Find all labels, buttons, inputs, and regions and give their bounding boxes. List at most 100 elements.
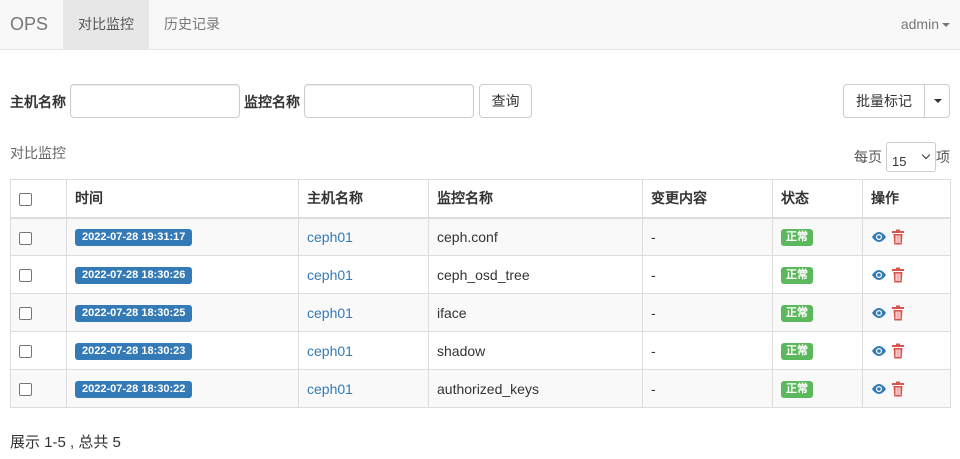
monitor-name-input[interactable] xyxy=(304,84,474,118)
status-cell: 正常 xyxy=(772,255,863,294)
eye-icon[interactable] xyxy=(871,269,887,281)
batch-mark-button[interactable]: 批量标记 xyxy=(843,84,925,118)
table-row: 2022-07-28 18:30:22 ceph01 authorized_ke… xyxy=(10,369,951,408)
monitor-cell: iface xyxy=(428,293,643,332)
row-checkbox[interactable] xyxy=(19,231,32,245)
table-row: 2022-07-28 18:30:23 ceph01 shadow - 正常 xyxy=(10,331,951,370)
time-badge: 2022-07-28 18:30:25 xyxy=(75,305,193,322)
host-link[interactable]: ceph01 xyxy=(307,267,353,283)
chevron-down-icon xyxy=(921,150,931,160)
change-cell: - xyxy=(642,369,773,408)
tab-compare-monitor[interactable]: 对比监控 xyxy=(63,0,149,49)
chevron-down-icon xyxy=(942,23,950,28)
query-button[interactable]: 查询 xyxy=(479,84,532,118)
batch-mark-dropdown-toggle[interactable] xyxy=(924,84,950,118)
table-row: 2022-07-28 19:31:17 ceph01 ceph.conf - 正… xyxy=(10,217,951,256)
row-select-cell xyxy=(10,217,67,256)
host-link[interactable]: ceph01 xyxy=(307,305,353,321)
host-cell: ceph01 xyxy=(298,293,429,332)
table-header-row: 时间 主机名称 监控名称 变更内容 状态 操作 xyxy=(10,179,951,219)
host-name-label: 主机名称 xyxy=(10,94,66,110)
host-link[interactable]: ceph01 xyxy=(307,343,353,359)
monitor-table: 时间 主机名称 监控名称 变更内容 状态 操作 2022-07-28 19:31… xyxy=(10,179,951,408)
page-size-prefix: 每页 xyxy=(854,149,882,165)
row-select-cell xyxy=(10,369,67,408)
column-header-time[interactable]: 时间 xyxy=(66,179,299,219)
trash-icon[interactable] xyxy=(891,305,905,321)
status-cell: 正常 xyxy=(772,331,863,370)
row-checkbox[interactable] xyxy=(19,307,32,321)
change-cell: - xyxy=(642,255,773,294)
eye-icon[interactable] xyxy=(871,345,887,357)
time-cell: 2022-07-28 19:31:17 xyxy=(66,217,299,256)
table-row: 2022-07-28 18:30:25 ceph01 iface - 正常 xyxy=(10,293,951,332)
host-link[interactable]: ceph01 xyxy=(307,381,353,397)
actions-cell xyxy=(862,369,951,408)
row-select-cell xyxy=(10,331,67,370)
change-cell: - xyxy=(642,293,773,332)
user-name: admin xyxy=(900,16,939,32)
page-size-control: 每页 15 项 xyxy=(854,142,950,172)
row-checkbox[interactable] xyxy=(19,383,32,397)
page-size-value: 15 xyxy=(892,154,907,169)
tab-history[interactable]: 历史记录 xyxy=(149,0,235,49)
column-header-change[interactable]: 变更内容 xyxy=(642,179,773,219)
host-cell: ceph01 xyxy=(298,369,429,408)
column-header-status[interactable]: 状态 xyxy=(772,179,863,219)
eye-icon[interactable] xyxy=(871,383,887,395)
monitor-name-label: 监控名称 xyxy=(244,94,300,110)
host-cell: ceph01 xyxy=(298,217,429,256)
time-badge: 2022-07-28 19:31:17 xyxy=(75,229,193,247)
host-link[interactable]: ceph01 xyxy=(307,229,353,245)
row-select-cell xyxy=(10,255,67,294)
status-badge: 正常 xyxy=(781,267,813,284)
row-checkbox[interactable] xyxy=(19,269,32,283)
trash-icon[interactable] xyxy=(891,381,905,397)
row-checkbox[interactable] xyxy=(19,345,32,359)
top-navbar: OPS 对比监控 历史记录 admin xyxy=(0,0,960,50)
time-cell: 2022-07-28 18:30:26 xyxy=(66,255,299,294)
page-size-select[interactable]: 15 xyxy=(886,142,936,172)
table-row: 2022-07-28 18:30:26 ceph01 ceph_osd_tree… xyxy=(10,255,951,294)
time-cell: 2022-07-28 18:30:22 xyxy=(66,369,299,408)
actions-cell xyxy=(862,293,951,332)
brand-logo[interactable]: OPS xyxy=(10,0,48,49)
time-cell: 2022-07-28 18:30:25 xyxy=(66,293,299,332)
chevron-down-icon xyxy=(934,99,942,103)
monitor-cell: authorized_keys xyxy=(428,369,643,408)
column-header-host[interactable]: 主机名称 xyxy=(298,179,429,219)
column-header-monitor[interactable]: 监控名称 xyxy=(428,179,643,219)
time-badge: 2022-07-28 18:30:22 xyxy=(75,381,193,398)
monitor-cell: shadow xyxy=(428,331,643,370)
monitor-cell: ceph.conf xyxy=(428,217,643,256)
status-badge: 正常 xyxy=(781,381,813,398)
user-menu[interactable]: admin xyxy=(901,0,950,49)
trash-icon[interactable] xyxy=(891,267,905,283)
trash-icon[interactable] xyxy=(891,229,905,245)
eye-icon[interactable] xyxy=(871,231,887,243)
status-badge: 正常 xyxy=(781,305,813,322)
select-all-cell xyxy=(10,179,67,219)
actions-cell xyxy=(862,255,951,294)
change-cell: - xyxy=(642,217,773,256)
change-cell: - xyxy=(642,331,773,370)
select-all-checkbox[interactable] xyxy=(19,193,32,207)
status-badge: 正常 xyxy=(781,229,813,247)
row-select-cell xyxy=(10,293,67,332)
status-cell: 正常 xyxy=(772,217,863,256)
page-size-suffix: 项 xyxy=(936,149,950,165)
time-badge: 2022-07-28 18:30:26 xyxy=(75,267,193,284)
column-header-actions: 操作 xyxy=(862,179,951,219)
section-title: 对比监控 xyxy=(10,145,66,161)
time-cell: 2022-07-28 18:30:23 xyxy=(66,331,299,370)
monitor-cell: ceph_osd_tree xyxy=(428,255,643,294)
host-name-input[interactable] xyxy=(70,84,240,118)
pagination-summary: 展示 1-5 , 总共 5 xyxy=(10,434,121,451)
status-cell: 正常 xyxy=(772,369,863,408)
time-badge: 2022-07-28 18:30:23 xyxy=(75,343,193,360)
status-badge: 正常 xyxy=(781,343,813,360)
actions-cell xyxy=(862,217,951,256)
trash-icon[interactable] xyxy=(891,343,905,359)
status-cell: 正常 xyxy=(772,293,863,332)
eye-icon[interactable] xyxy=(871,307,887,319)
